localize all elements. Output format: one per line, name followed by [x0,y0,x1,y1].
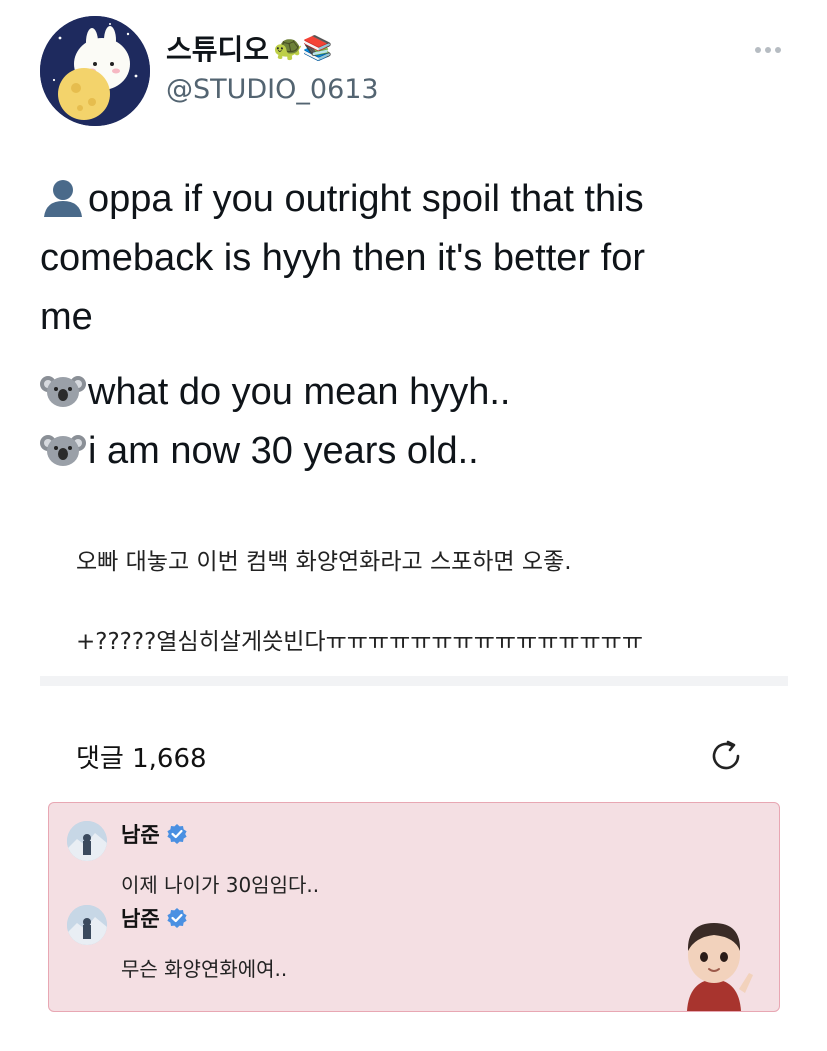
section-divider [40,676,788,686]
verified-badge-icon [167,824,187,844]
author-display-name[interactable]: 스튜디오 🐢📚 [166,28,333,68]
verified-badge-icon [167,908,187,928]
moon-bunny-avatar-image [40,16,150,126]
tweet-line: what do you mean hyyh.. [40,363,800,422]
artist-replies-box: 남준 이제 나이가 30임임다.. 남준 무슨 화양연화에여.. [48,802,780,1012]
reply-text: 무슨 화양연화에여.. [121,957,288,981]
tweet-card: 스튜디오 🐢📚 @STUDIO_0613 oppa if you outrigh… [0,0,827,1051]
koala-icon [40,376,86,407]
tweet-text-line4: what do you mean hyyh.. [88,371,511,413]
tweet-text-line1: oppa if you outright spoil that this [88,178,644,220]
comments-count: 댓글 1,668 [76,744,207,774]
korean-post-line1: 오빠 대놓고 이번 컴백 화양연화라고 스포하면 오좋. [76,549,572,575]
refresh-icon[interactable] [706,736,746,776]
tweet-line: i am now 30 years old.. [40,422,800,481]
bust-in-silhouette-icon [44,180,82,217]
koala-icon [40,435,86,466]
author-handle[interactable]: @STUDIO_0613 [166,74,379,105]
display-name-text: 스튜디오 [166,33,270,66]
tweet-text-line3: me [40,296,93,338]
tweet-line: oppa if you outright spoil that this [40,170,800,229]
turtle-books-emoji-icon: 🐢📚 [273,34,333,62]
reply-author-name[interactable]: 남준 [121,903,188,933]
tweet-text-line2: comeback is hyyh then it's better for [40,237,645,279]
reply-name-text: 남준 [121,907,160,931]
author-avatar[interactable] [40,16,150,126]
chibi-character-sticker [669,911,759,1011]
reply-avatar[interactable] [67,821,107,861]
tweet-text-line5: i am now 30 years old.. [88,430,479,472]
tweet-text: oppa if you outright spoil that this com… [40,170,800,481]
reply-name-text: 남준 [121,823,160,847]
more-options-icon[interactable] [748,38,788,62]
reply-text: 이제 나이가 30임임다.. [121,873,320,897]
reply-author-name[interactable]: 남준 [121,819,188,849]
reply-avatar[interactable] [67,905,107,945]
korean-post-line2: +?????열심히살게씃빈다ㅠㅠㅠㅠㅠㅠㅠㅠㅠㅠㅠㅠㅠㅠㅠ [76,629,643,655]
